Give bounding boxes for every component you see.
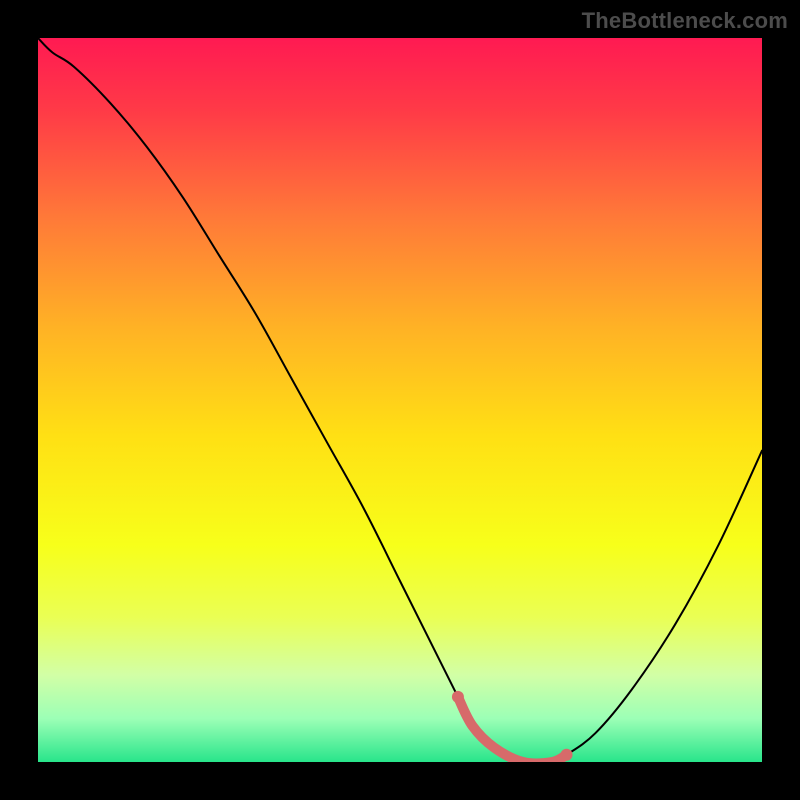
watermark-text: TheBottleneck.com bbox=[582, 8, 788, 34]
chart-frame: TheBottleneck.com bbox=[0, 0, 800, 800]
marker-dot bbox=[452, 691, 464, 703]
bottleneck-chart bbox=[38, 38, 762, 762]
marker-dot bbox=[561, 749, 573, 761]
plot-area bbox=[38, 38, 762, 762]
